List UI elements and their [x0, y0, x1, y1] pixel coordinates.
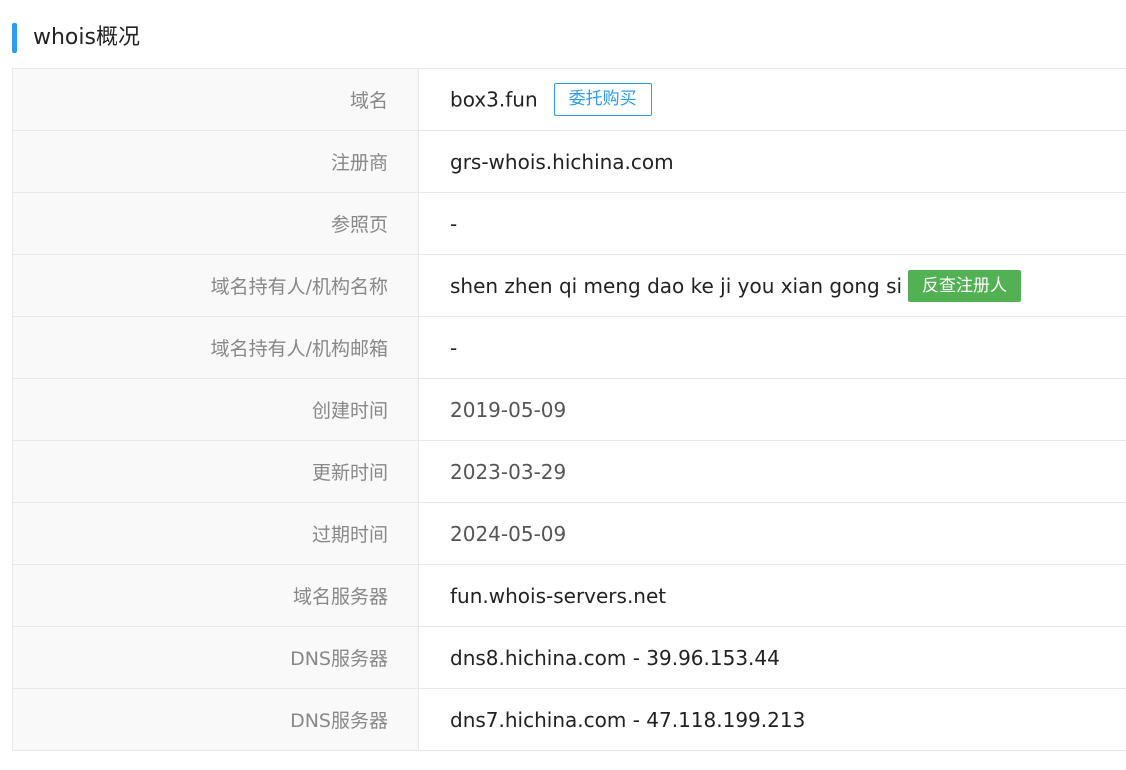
row-dns-1: DNS服务器 dns8.hichina.com - 39.96.153.44 [12, 626, 1126, 689]
row-registrant-email: 域名持有人/机构邮箱 - [12, 316, 1126, 379]
row-label: DNS服务器 [12, 626, 419, 689]
delegate-purchase-button[interactable]: 委托购买 [553, 83, 652, 116]
domain-value[interactable]: box3.fun [450, 88, 538, 112]
dns-server-value: dns8.hichina.com - 39.96.153.44 [418, 626, 1126, 689]
created-date-value: 2019-05-09 [418, 378, 1126, 441]
row-label: 过期时间 [12, 502, 419, 565]
row-value: box3.fun 委托购买 [418, 68, 1126, 131]
row-expires: 过期时间 2024-05-09 [12, 502, 1126, 565]
accent-bar [12, 23, 17, 53]
registrar-value: grs-whois.hichina.com [418, 130, 1126, 193]
section-title: whois概况 [33, 25, 140, 50]
row-label: 更新时间 [12, 440, 419, 503]
row-reference-page: 参照页 - [12, 192, 1126, 255]
whois-server-value: fun.whois-servers.net [418, 564, 1126, 627]
row-domain: 域名 box3.fun 委托购买 [12, 68, 1126, 131]
row-label: 域名服务器 [12, 564, 419, 627]
dns-server-value: dns7.hichina.com - 47.118.199.213 [418, 688, 1126, 751]
row-label: 域名持有人/机构邮箱 [12, 316, 419, 379]
row-label: 注册商 [12, 130, 419, 193]
whois-table: 域名 box3.fun 委托购买 注册商 grs-whois.hichina.co… [12, 68, 1126, 751]
row-label: 参照页 [12, 192, 419, 255]
row-label: 创建时间 [12, 378, 419, 441]
row-created: 创建时间 2019-05-09 [12, 378, 1126, 441]
registrant-email-value: - [418, 316, 1126, 379]
row-value: shen zhen qi meng dao ke ji you xian gon… [418, 254, 1126, 317]
row-updated: 更新时间 2023-03-29 [12, 440, 1126, 503]
row-label: 域名持有人/机构名称 [12, 254, 419, 317]
row-label: 域名 [12, 68, 419, 131]
row-dns-2: DNS服务器 dns7.hichina.com - 47.118.199.213 [12, 688, 1126, 751]
row-registrar: 注册商 grs-whois.hichina.com [12, 130, 1126, 193]
registrant-name-value: shen zhen qi meng dao ke ji you xian gon… [450, 273, 903, 298]
row-whois-server: 域名服务器 fun.whois-servers.net [12, 564, 1126, 627]
row-registrant-name: 域名持有人/机构名称 shen zhen qi meng dao ke ji y… [12, 254, 1126, 317]
expiry-date-value: 2024-05-09 [418, 502, 1126, 565]
row-label: DNS服务器 [12, 688, 419, 751]
section-header: whois概况 [12, 22, 140, 54]
updated-date-value: 2023-03-29 [418, 440, 1126, 503]
reverse-lookup-registrant-button[interactable]: 反查注册人 [908, 269, 1022, 302]
reference-page-value: - [418, 192, 1126, 255]
